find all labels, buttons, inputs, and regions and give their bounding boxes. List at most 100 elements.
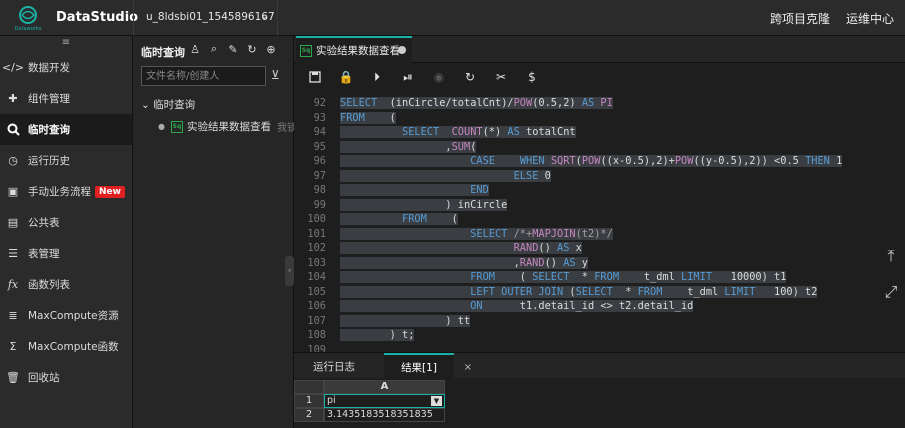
nav-label: MaxCompute资源 (28, 310, 119, 322)
filter-icon[interactable]: ⊻ (271, 68, 280, 82)
panel-collapse-handle[interactable]: ‹ (285, 256, 294, 286)
chevron-down-icon: ⌄ (259, 9, 269, 22)
code-line[interactable]: 98 END (294, 183, 874, 198)
column-header[interactable]: A (324, 380, 445, 394)
code-line[interactable]: 94 SELECT COUNT(*) AS totalCnt (294, 125, 874, 140)
format-icon[interactable]: ✂ (494, 70, 508, 84)
line-number: 94 (313, 126, 326, 138)
code-text: FROM ( (340, 212, 458, 227)
nav-item-table-manage[interactable]: ☰ 表管理 (0, 238, 132, 269)
fullscreen-icon[interactable]: ⤢ (877, 282, 905, 302)
locate-icon[interactable]: ⊕ (264, 42, 278, 56)
code-line[interactable]: 95 ,SUM( (294, 140, 874, 155)
code-line[interactable]: 104 FROM ( SELECT * FROM t_dml LIMIT 100… (294, 270, 874, 285)
dropdown-icon[interactable]: ▼ (431, 396, 442, 406)
result-grid: A 1 pi ▼ 2 3.1435183518351835 (294, 378, 905, 428)
unsaved-dot-icon[interactable] (398, 46, 406, 54)
line-number: 99 (313, 198, 326, 211)
code-line[interactable]: 109 (294, 343, 874, 353)
code-line[interactable]: 106 ON t1.detail_id <> t2.detail_id (294, 299, 874, 314)
line-number: 106 (307, 300, 326, 312)
dataworks-logo[interactable]: Dataworks (8, 4, 48, 32)
puzzle-icon: ✚ (8, 92, 18, 105)
run-icon[interactable]: ⏵ (370, 70, 384, 84)
code-text: LEFT OUTER JOIN (SELECT * FROM t_dml LIM… (340, 285, 818, 300)
nav-item-data-dev[interactable]: </> 数据开发 (0, 52, 132, 83)
cost-estimate-icon[interactable]: $ (525, 70, 539, 84)
user-filter-icon[interactable]: ♙ (188, 42, 202, 56)
tab-run-log[interactable]: 运行日志 (304, 353, 364, 379)
nav-item-mc-resource[interactable]: ≣ MaxCompute资源 (0, 300, 132, 331)
code-line[interactable]: 100 FROM ( (294, 212, 874, 227)
history-icon: ◷ (8, 154, 18, 167)
grid-corner[interactable] (294, 380, 324, 394)
nav-item-function-list[interactable]: fx 函数列表 (0, 269, 132, 300)
line-number: 109 (307, 343, 326, 353)
code-line[interactable]: 92 SELECT (inCircle/totalCnt)/POW(0.5,2) … (294, 96, 874, 111)
close-icon[interactable]: × (464, 362, 472, 373)
tree-file-item[interactable]: ● Sq 实验结果数据查看 我锁定 (158, 119, 307, 134)
code-line[interactable]: 93 FROM ( (294, 111, 874, 126)
editor-tab[interactable]: Sq 实验结果数据查看 (296, 36, 412, 63)
nav-item-public-table[interactable]: ▤ 公共表 (0, 207, 132, 238)
cross-project-clone-link[interactable]: 跨项目克隆 (770, 10, 830, 27)
code-line[interactable]: 99 ) inCircle (294, 198, 874, 213)
code-text: ,RAND() AS y (340, 256, 589, 269)
new-file-icon[interactable]: ✎ (226, 42, 240, 56)
nav-item-component[interactable]: ✚ 组件管理 (0, 83, 132, 114)
grid-cell[interactable]: 3.1435183518351835 (324, 408, 445, 422)
nav-item-manual-workflow[interactable]: ▣ 手动业务流程 New (0, 176, 132, 207)
ops-center-link[interactable]: 运维中心 (846, 10, 894, 27)
menu-collapse-icon[interactable]: ≡ (0, 36, 132, 52)
line-number: 102 (307, 242, 326, 254)
scroll-top-icon[interactable]: ⤒ (877, 246, 905, 266)
project-selector[interactable]: u_8ldsbi01_1545896167 ⌄ (133, 0, 278, 36)
nav-label: 回收站 (28, 372, 60, 384)
bullet-icon: ● (158, 122, 165, 131)
code-line[interactable]: 105 LEFT OUTER JOIN (SELECT * FROM t_dml… (294, 285, 874, 300)
panel-title: 临时查询 (141, 46, 185, 59)
save-icon[interactable] (308, 70, 322, 84)
tab-label: 实验结果数据查看 (316, 45, 400, 57)
nav-item-run-history[interactable]: ◷ 运行历史 (0, 145, 132, 176)
file-search-icon[interactable]: ⌕ (207, 42, 221, 56)
code-line[interactable]: 107 ) tt (294, 314, 874, 329)
code-icon: </> (1, 61, 25, 74)
code-line[interactable]: 103 ,RAND() AS y (294, 256, 874, 271)
new-badge: New (95, 185, 125, 198)
file-name: 实验结果数据查看 (186, 121, 271, 133)
refresh-icon[interactable]: ↻ (245, 42, 259, 56)
nav-label: 表管理 (28, 248, 60, 260)
line-number: 98 (313, 184, 326, 196)
code-text: ,SUM( (340, 140, 477, 153)
run-with-params-icon[interactable]: ⏯ (401, 70, 415, 84)
nav-label: 手动业务流程 (28, 186, 91, 198)
code-editor[interactable]: 92 SELECT (inCircle/totalCnt)/POW(0.5,2) … (294, 96, 874, 352)
editor-area: Sq 实验结果数据查看 🔒 ⏵ ⏯ ◉ ↻ ✂ $ 92 SELECT (inCi… (294, 36, 905, 428)
row-header[interactable]: 1 (294, 394, 324, 408)
code-text: FROM ( (340, 111, 396, 124)
reload-icon[interactable]: ↻ (463, 70, 477, 84)
line-number: 103 (307, 256, 326, 269)
nav-item-recycle-bin[interactable]: 🗑 回收站 (0, 362, 132, 393)
code-line[interactable]: 108 ) t; (294, 328, 874, 343)
sigma-icon: Σ (9, 340, 17, 353)
code-line[interactable]: 102 RAND() AS x (294, 241, 874, 256)
line-number: 101 (307, 227, 326, 240)
tree-folder[interactable]: ⌄ 临时查询 (141, 97, 195, 112)
code-line[interactable]: 101 SELECT /*+MAPJOIN(t2)*/ (294, 227, 874, 242)
row-header[interactable]: 2 (294, 408, 324, 422)
nav-item-mc-function[interactable]: Σ MaxCompute函数 (0, 331, 132, 362)
result-tab-bar: 运行日志 结果[1] × (294, 352, 905, 379)
resource-icon: ≣ (8, 309, 18, 322)
grid-cell[interactable]: pi ▼ (324, 394, 445, 408)
line-number: 92 (313, 97, 326, 109)
code-line[interactable]: 96 CASE WHEN SQRT(POW((x-0.5),2)+POW((y-… (294, 154, 874, 169)
tab-result[interactable]: 结果[1] × (384, 353, 472, 379)
tab-run-log-label: 运行日志 (313, 360, 355, 373)
nav-item-temp-query[interactable]: 临时查询 (0, 114, 132, 145)
line-number: 95 (313, 140, 326, 153)
code-line[interactable]: 97 ELSE 0 (294, 169, 874, 184)
stop-icon: ◉ (433, 70, 445, 84)
file-search-input[interactable] (141, 66, 266, 86)
